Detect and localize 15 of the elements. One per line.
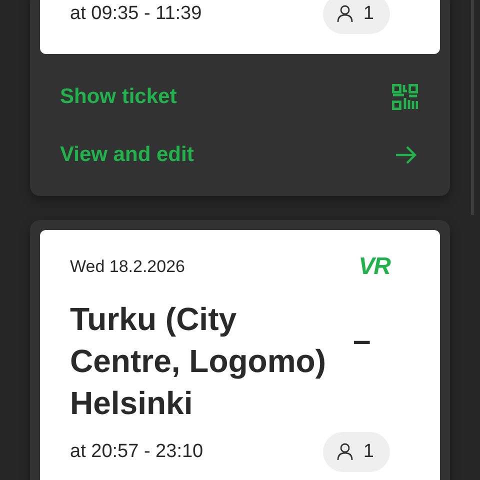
brand-logo: VR [358,253,390,281]
passenger-count: 1 [363,441,374,463]
trip-time: at 20:57 - 23:10 [70,441,204,463]
origin-station: Turku (City Centre, Logomo) [70,300,327,381]
destination-station: Helsinki [70,384,194,423]
person-icon [335,4,356,24]
route-separator: – [353,321,371,360]
passenger-count: 1 [363,3,374,25]
action-link[interactable]: View and edit [60,126,418,184]
trip-date: Wed 18.2.2026 [70,257,185,277]
action-link[interactable]: Show ticket [60,68,418,126]
trip-time: at 09:35 - 11:39 [70,3,202,25]
ticket-summary[interactable]: at 09:35 - 11:39 1 [40,0,440,54]
person-icon [335,442,356,462]
qr-code-icon [392,84,418,110]
